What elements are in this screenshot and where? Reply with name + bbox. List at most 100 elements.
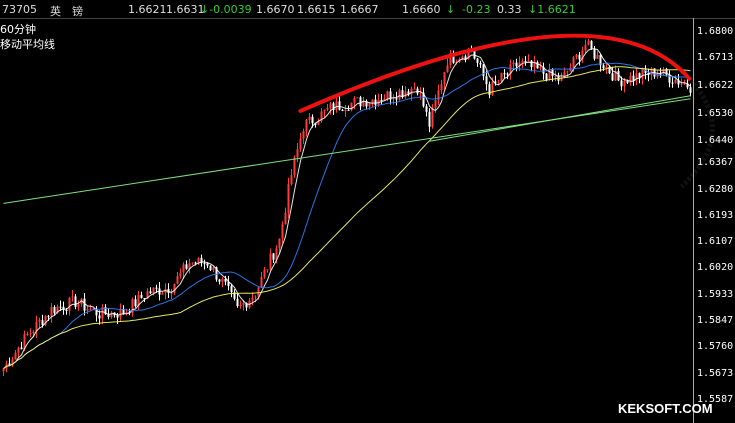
candle-down xyxy=(359,97,362,107)
candle-up xyxy=(539,67,542,69)
candle-up xyxy=(152,287,155,294)
candle-down xyxy=(230,285,233,293)
candle-down xyxy=(671,82,674,84)
candle-up xyxy=(242,303,245,305)
candle-up xyxy=(14,352,17,360)
candle-up xyxy=(641,69,644,79)
candle-down xyxy=(515,62,518,67)
candle-down xyxy=(395,98,398,100)
candle-up xyxy=(326,108,329,110)
candle-up xyxy=(623,80,626,87)
y-tick-label: 1.6367 xyxy=(697,157,734,169)
candle-up xyxy=(500,73,503,82)
candle-up xyxy=(353,98,356,103)
candle-up xyxy=(497,81,500,83)
y-tick-label: 1.6193 xyxy=(697,210,734,222)
candle-down xyxy=(140,294,143,299)
candle-down xyxy=(53,307,56,314)
y-tick-label: 1.5760 xyxy=(697,341,734,353)
candle-up xyxy=(254,296,257,298)
y-tick-label: 1.6107 xyxy=(697,236,734,248)
candle-down xyxy=(593,48,596,59)
candle-up xyxy=(575,54,578,58)
ask-price: 1.6631 xyxy=(166,3,205,16)
candle-up xyxy=(110,312,113,318)
candle-down xyxy=(476,58,479,63)
symbol-name: 英 镑 xyxy=(50,5,83,18)
candle-down xyxy=(626,80,629,83)
candle-up xyxy=(491,81,494,95)
candle-up xyxy=(329,103,332,109)
candle-down xyxy=(485,76,488,85)
candle-down xyxy=(155,287,158,289)
candle-down xyxy=(602,65,605,69)
y-tick-label: 1.6020 xyxy=(697,262,734,274)
candle-down xyxy=(380,99,383,101)
candle-down xyxy=(428,111,431,127)
candle-up xyxy=(119,308,122,318)
candle-down xyxy=(41,320,44,325)
candle-down xyxy=(401,90,404,97)
candle-up xyxy=(683,83,686,85)
candle-down xyxy=(341,109,344,112)
candle-up xyxy=(296,149,299,158)
candle-up xyxy=(335,101,338,111)
trend-line xyxy=(429,95,691,142)
candle-up xyxy=(368,102,371,107)
candle-down xyxy=(506,73,509,75)
candle-down xyxy=(578,54,581,60)
candle-up xyxy=(71,296,74,298)
candle-up xyxy=(302,131,305,139)
candle-down xyxy=(194,262,197,264)
candle-up xyxy=(86,308,89,311)
annotation-arc-red xyxy=(298,33,693,113)
candle-down xyxy=(20,347,23,350)
candle-up xyxy=(434,99,437,108)
candle-up xyxy=(68,297,71,311)
low-price: 1.6615 xyxy=(297,3,336,16)
candle-up xyxy=(281,224,284,239)
candle-down xyxy=(47,315,50,317)
candle-up xyxy=(2,368,5,372)
candle-down xyxy=(59,306,62,308)
y-tick-label: 1.6530 xyxy=(697,107,734,119)
y-tick-label: 1.6280 xyxy=(697,183,734,195)
candle-up xyxy=(278,238,281,249)
candle-down xyxy=(374,99,377,105)
candle-up xyxy=(266,269,269,271)
candle-up xyxy=(584,44,587,51)
y-tick-label: 1.6622 xyxy=(697,80,734,92)
candle-down xyxy=(503,73,506,75)
moving-average-line xyxy=(3,66,691,369)
candle-up xyxy=(170,292,173,294)
candle-down xyxy=(206,263,209,266)
candle-up xyxy=(263,269,266,277)
candle-up xyxy=(257,287,260,297)
candle-up xyxy=(410,88,413,95)
candle-down xyxy=(347,109,350,111)
candle-up xyxy=(308,116,311,121)
candle-up xyxy=(173,283,176,293)
y-tick-label: 1.5933 xyxy=(697,288,734,300)
candle-up xyxy=(179,272,182,277)
high-price: 1.6667 xyxy=(340,3,379,16)
change-value: ↓-0.0039 xyxy=(200,3,252,16)
candle-down xyxy=(74,296,77,307)
candle-up xyxy=(521,60,524,63)
candle-up xyxy=(587,40,590,45)
candle-down xyxy=(488,84,491,95)
y-tick-label: 1.5847 xyxy=(697,314,734,326)
amplitude: 0.33 xyxy=(497,3,522,16)
candle-up xyxy=(287,184,290,213)
y-tick-label: 1.6440 xyxy=(697,135,734,147)
candle-up xyxy=(680,83,683,85)
candle-down xyxy=(272,253,275,260)
candle-up xyxy=(26,333,29,335)
y-tick-label: 1.6800 xyxy=(697,26,734,38)
candle-down xyxy=(338,101,341,110)
candle-up xyxy=(344,109,347,112)
candle-up xyxy=(323,109,326,112)
y-tick-label: 1.6713 xyxy=(697,52,734,64)
candle-up xyxy=(431,107,434,127)
candle-up xyxy=(38,320,41,322)
